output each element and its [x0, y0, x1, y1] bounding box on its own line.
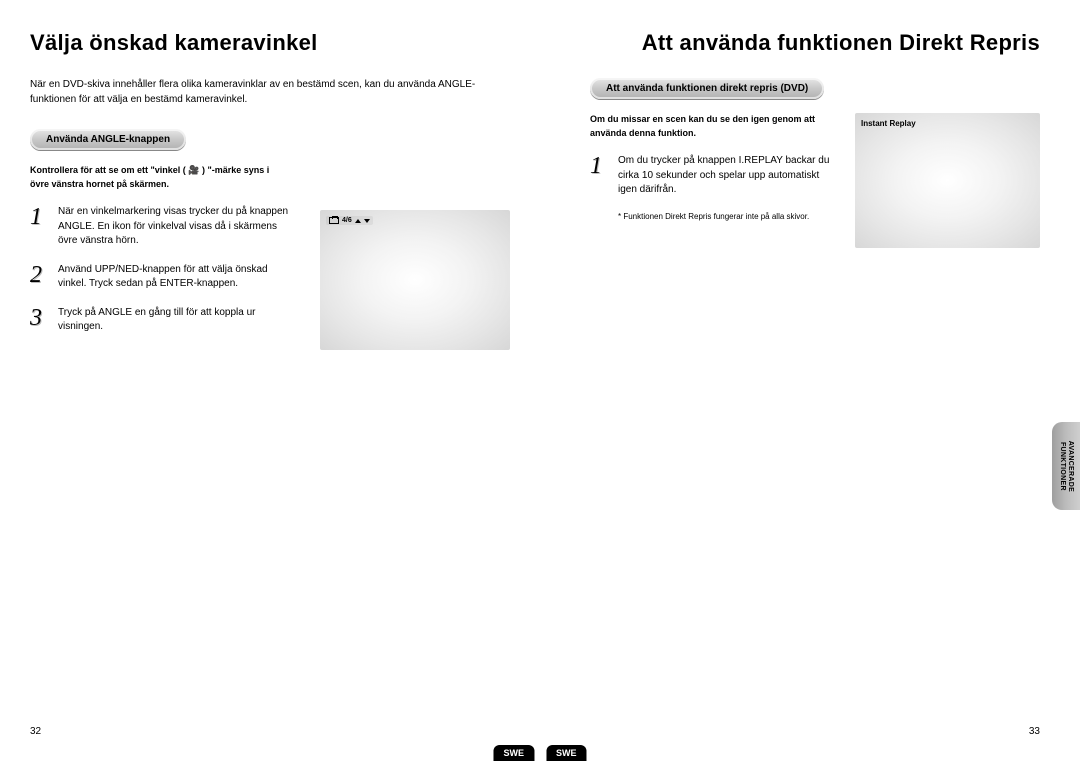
right-content-row: Om du missar en scen kan du se den igen …	[590, 113, 1040, 248]
step-text: När en vinkelmarkering visas trycker du …	[58, 205, 290, 249]
page-right: Att använda funktionen Direkt Repris Att…	[540, 0, 1080, 765]
page-number-left: 32	[30, 726, 41, 737]
section-tab: AVANCERADE FUNKTIONER	[1052, 422, 1080, 510]
tv-screen-illustration: Instant Replay	[855, 113, 1040, 248]
triangle-up-icon	[355, 219, 361, 223]
right-step-1: 1 Om du trycker på knappen I.REPLAY back…	[590, 154, 837, 198]
left-hint: Kontrollera för att se om ett "vinkel ( …	[30, 164, 290, 191]
lang-badge-right: SWE	[546, 745, 587, 761]
left-step-2: 2 Använd UPP/NED-knappen för att välja ö…	[30, 263, 290, 292]
tv-screen-illustration: 4/6	[320, 210, 510, 350]
camera-icon	[329, 217, 339, 224]
page-spread: Välja önskad kameravinkel När en DVD-ski…	[0, 0, 1080, 765]
left-intro: När en DVD-skiva innehåller flera olika …	[30, 78, 510, 107]
left-step-3: 3 Tryck på ANGLE en gång till för att ko…	[30, 306, 290, 335]
triangle-down-icon	[364, 219, 370, 223]
step-text: Tryck på ANGLE en gång till för att kopp…	[58, 306, 290, 335]
right-title: Att använda funktionen Direkt Repris	[570, 30, 1040, 56]
step-text: Använd UPP/NED-knappen för att välja öns…	[58, 263, 290, 292]
right-hint: Om du missar en scen kan du se den igen …	[590, 113, 837, 140]
step-number: 1	[30, 205, 48, 249]
left-step-1: 1 När en vinkelmarkering visas trycker d…	[30, 205, 290, 249]
lang-badge-left: SWE	[493, 745, 534, 761]
step-number: 1	[590, 154, 608, 198]
step-text: Om du trycker på knappen I.REPLAY backar…	[618, 154, 837, 198]
right-pill-heading: Att använda funktionen direkt repris (DV…	[590, 78, 824, 99]
step-number: 2	[30, 263, 48, 292]
section-tab-text: AVANCERADE FUNKTIONER	[1058, 440, 1075, 491]
angle-value: 4/6	[342, 217, 352, 224]
left-pill-heading: Använda ANGLE-knappen	[30, 129, 186, 150]
instant-replay-label: Instant Replay	[861, 119, 916, 128]
step-number: 3	[30, 306, 48, 335]
left-title: Välja önskad kameravinkel	[30, 30, 510, 56]
page-number-right: 33	[1029, 726, 1040, 737]
page-left: Välja önskad kameravinkel När en DVD-ski…	[0, 0, 540, 765]
language-badges: SWE SWE	[487, 745, 592, 761]
right-text-column: Om du missar en scen kan du se den igen …	[590, 113, 837, 221]
right-footnote: * Funktionen Direkt Repris fungerar inte…	[618, 212, 837, 221]
angle-indicator: 4/6	[326, 216, 373, 225]
